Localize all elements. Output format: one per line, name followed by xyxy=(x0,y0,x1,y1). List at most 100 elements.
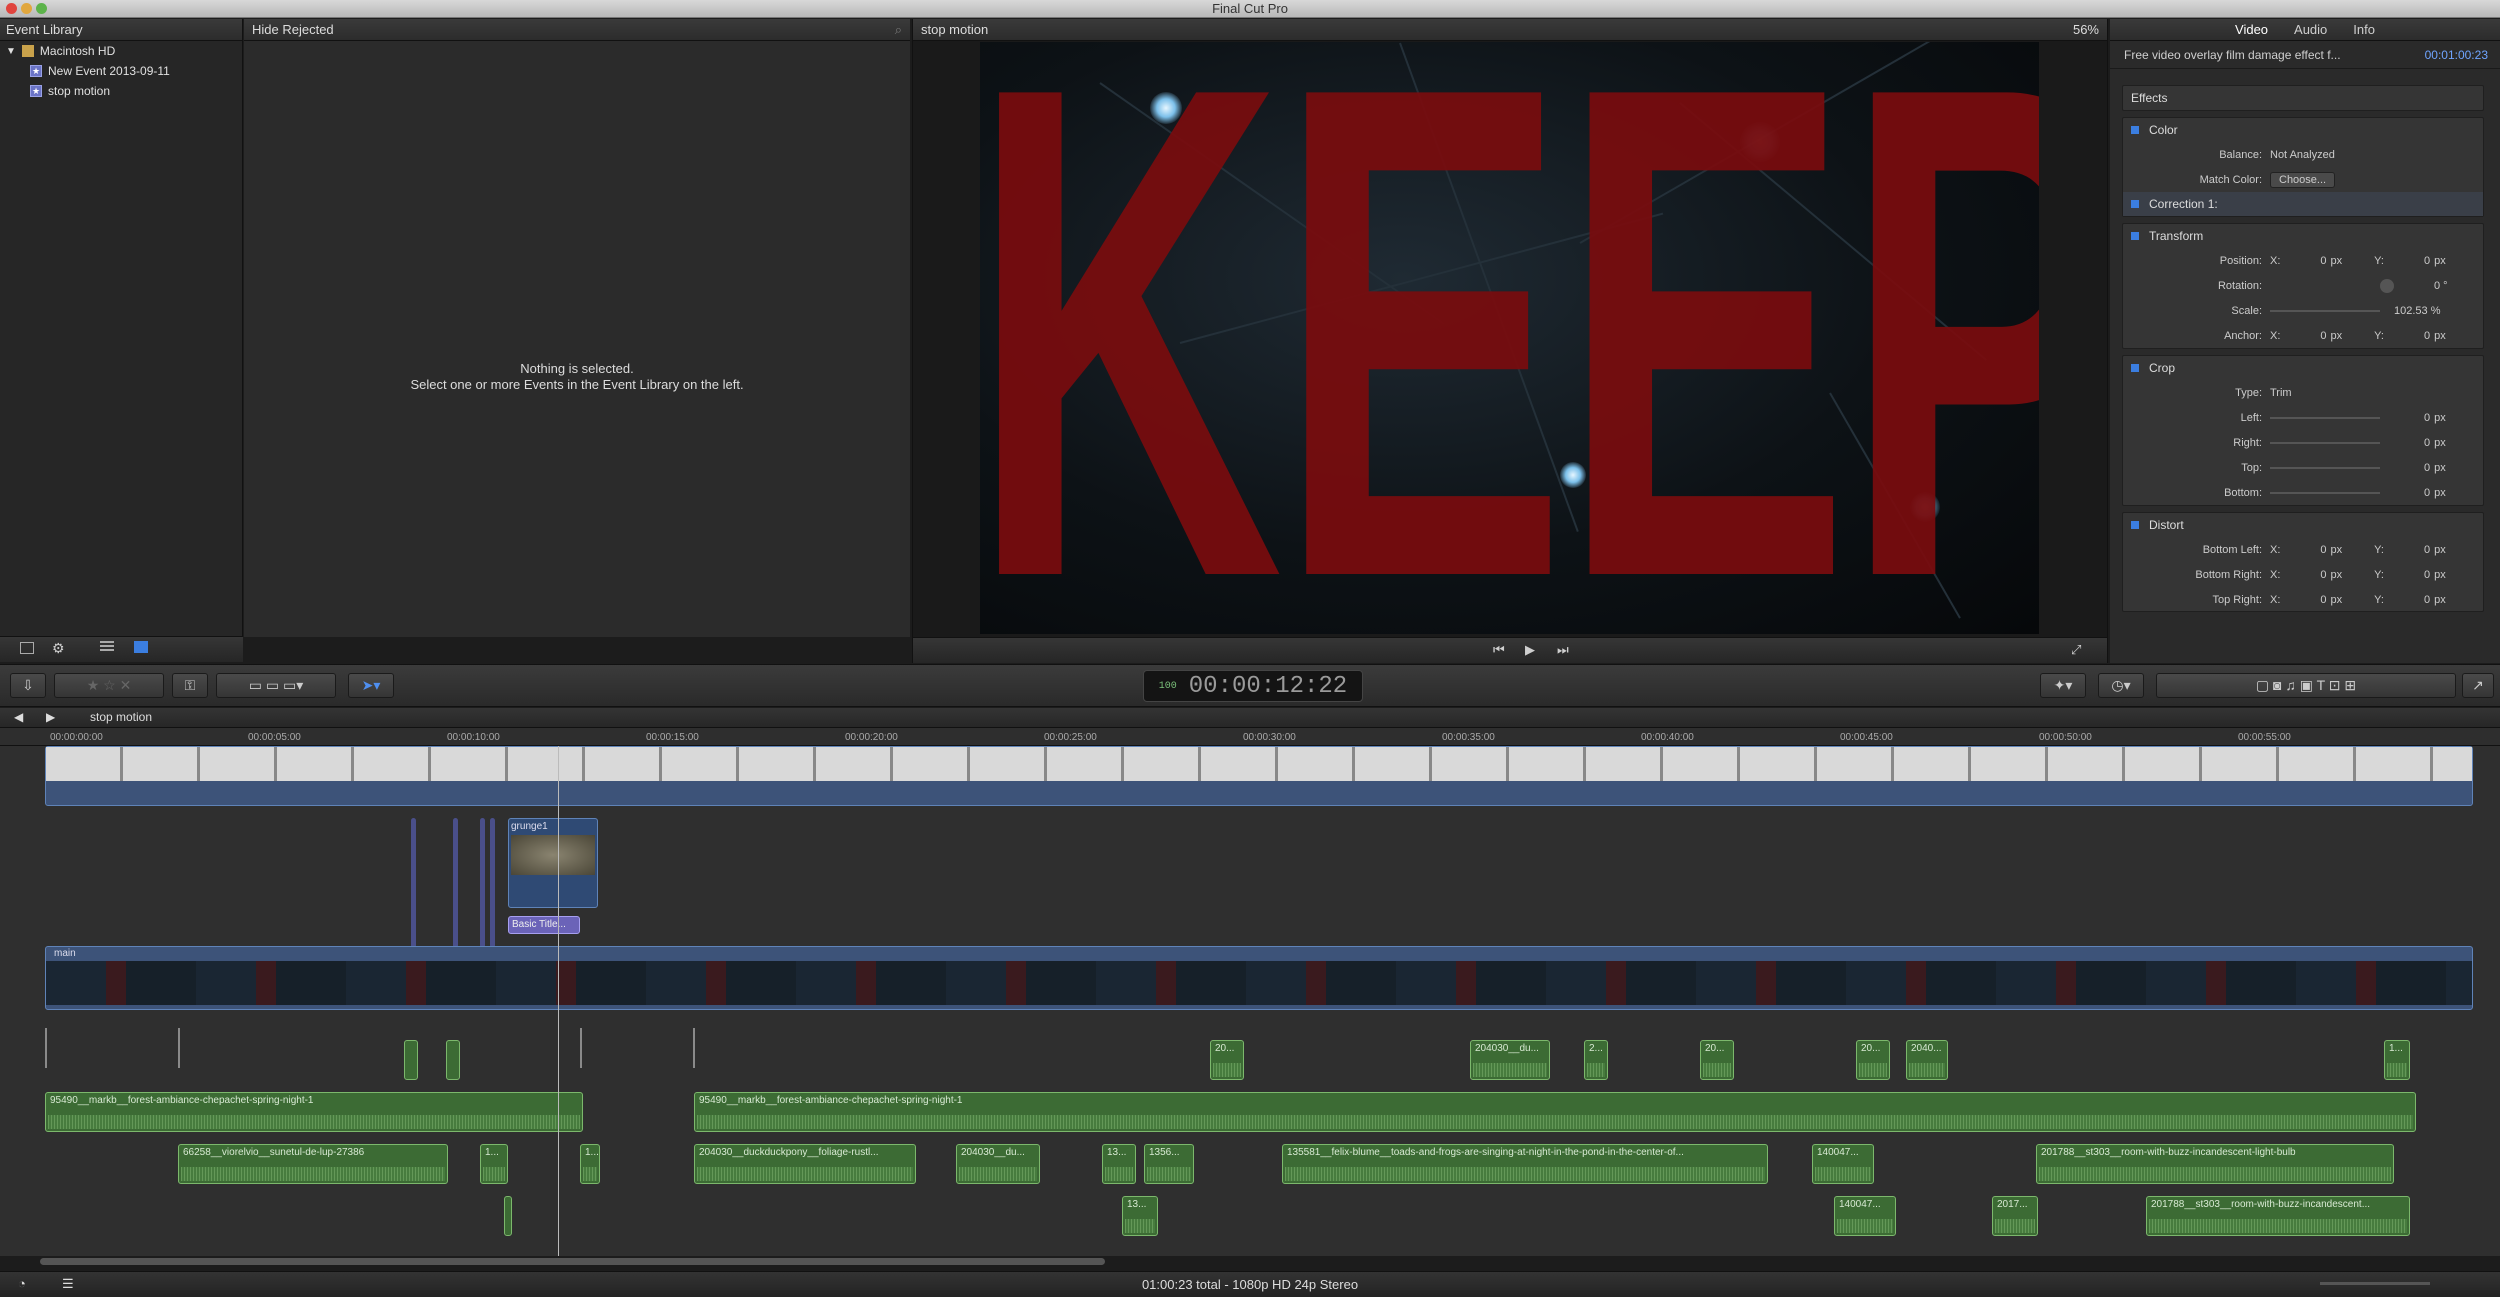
forward-arrow-icon[interactable]: ▶ xyxy=(46,710,55,724)
library-item-event[interactable]: ★ stop motion xyxy=(0,81,242,101)
rotation-dial[interactable] xyxy=(2380,278,2394,293)
library-item-macintosh-hd[interactable]: ▼ Macintosh HD xyxy=(0,41,242,61)
audio-clip[interactable] xyxy=(504,1196,512,1236)
audio-clip[interactable]: 204030__du... xyxy=(1470,1040,1550,1080)
anchor-x-value[interactable]: 0 xyxy=(2320,330,2326,342)
audio-clip[interactable]: 1... xyxy=(480,1144,508,1184)
audio-clip[interactable]: 20... xyxy=(1856,1040,1890,1080)
playhead[interactable] xyxy=(558,746,559,1256)
effects-enhance-button[interactable]: ✦▾ xyxy=(2040,673,2086,698)
enable-checkbox[interactable] xyxy=(2131,200,2139,208)
retime-button[interactable]: ◷▾ xyxy=(2098,673,2144,698)
video-frame[interactable]: KEEPER xyxy=(980,42,2039,634)
tab-audio[interactable]: Audio xyxy=(2294,22,2327,40)
audio-clip[interactable]: 20... xyxy=(1700,1040,1734,1080)
audio-clip[interactable]: 13... xyxy=(1122,1196,1158,1236)
previous-frame-icon[interactable]: ⏮ xyxy=(1493,642,1505,658)
rating-buttons[interactable]: ★ ☆ ✕ xyxy=(54,673,164,698)
background-tasks-icon[interactable]: ◔ xyxy=(18,1276,26,1291)
audio-clip[interactable]: 1... xyxy=(580,1144,600,1184)
correction-header[interactable]: Correction 1: xyxy=(2123,192,2483,216)
keyword-button[interactable]: ⚿ xyxy=(172,673,208,698)
audio-clip[interactable]: 66258__viorelvio__sunetul-de-lup-27386 xyxy=(178,1144,448,1184)
crop-bottom-value[interactable]: 0 xyxy=(2424,487,2430,499)
audio-clip[interactable]: 95490__markb__forest-ambiance-chepachet-… xyxy=(45,1092,583,1132)
disclosure-triangle-icon[interactable]: ▼ xyxy=(6,46,16,57)
edit-buttons[interactable]: ▭ ▭ ▭▾ xyxy=(216,673,336,698)
audio-clip[interactable]: 13... xyxy=(1102,1144,1136,1184)
audio-clip[interactable]: 2040... xyxy=(1906,1040,1948,1080)
scale-slider[interactable] xyxy=(2270,309,2380,312)
audio-clip[interactable]: 201788__st303__room-with-buzz-incandesce… xyxy=(2146,1196,2410,1236)
top-right-x-value[interactable]: 0 xyxy=(2320,594,2326,606)
crop-right-slider[interactable] xyxy=(2270,441,2380,444)
tab-info[interactable]: Info xyxy=(2353,22,2375,40)
connected-clip[interactable] xyxy=(490,818,495,948)
audio-clip[interactable]: 20... xyxy=(1210,1040,1244,1080)
audio-clip[interactable]: 2017... xyxy=(1992,1196,2038,1236)
audio-clip[interactable]: 95490__markb__forest-ambiance-chepachet-… xyxy=(694,1092,2416,1132)
primary-storyline[interactable]: main xyxy=(45,946,2473,1010)
import-button[interactable]: ⇩ xyxy=(10,673,46,698)
media-browser-buttons[interactable]: ▢ ◙ ♫ ▣ T ⊡ ⊞ xyxy=(2156,673,2456,698)
bottom-left-x-value[interactable]: 0 xyxy=(2320,544,2326,556)
bottom-right-y-value[interactable]: 0 xyxy=(2424,569,2430,581)
overlay-video-clip[interactable] xyxy=(45,746,2473,806)
enable-checkbox[interactable] xyxy=(2131,126,2139,134)
bottom-right-x-value[interactable]: 0 xyxy=(2320,569,2326,581)
timeline-scrollbar[interactable] xyxy=(40,1258,1105,1265)
tab-video[interactable]: Video xyxy=(2235,22,2268,40)
crop-top-value[interactable]: 0 xyxy=(2424,462,2430,474)
audio-clip[interactable] xyxy=(446,1040,460,1080)
zoom-slider[interactable] xyxy=(2320,1282,2430,1285)
audio-clip[interactable]: 140047... xyxy=(1812,1144,1874,1184)
crop-top-slider[interactable] xyxy=(2270,466,2380,469)
connected-clip[interactable] xyxy=(453,818,458,948)
zoom-level[interactable]: 56% xyxy=(2073,22,2099,37)
audio-clip[interactable]: 201788__st303__room-with-buzz-incandesce… xyxy=(2036,1144,2394,1184)
search-icon[interactable]: ⌕ xyxy=(895,22,902,37)
position-x-value[interactable]: 0 xyxy=(2320,255,2326,267)
timeline-index-icon[interactable]: ☰ xyxy=(62,1276,74,1292)
next-frame-icon[interactable]: ⏭ xyxy=(1557,642,1569,658)
basic-title-clip[interactable]: Basic Title... xyxy=(508,916,580,934)
select-tool-button[interactable]: ➤▾ xyxy=(348,673,394,698)
enable-checkbox[interactable] xyxy=(2131,364,2139,372)
share-button[interactable]: ↗ xyxy=(2462,673,2494,698)
crop-left-slider[interactable] xyxy=(2270,416,2380,419)
scale-value[interactable]: 102.53 % xyxy=(2394,305,2440,317)
crop-left-value[interactable]: 0 xyxy=(2424,412,2430,424)
rotation-value[interactable]: 0 ° xyxy=(2434,280,2448,292)
timeline[interactable]: grunge1 Basic Title... main 20... 204030… xyxy=(0,746,2500,1256)
audio-clip[interactable] xyxy=(404,1040,418,1080)
anchor-y-value[interactable]: 0 xyxy=(2424,330,2430,342)
audio-clip[interactable]: 1356... xyxy=(1144,1144,1194,1184)
enable-checkbox[interactable] xyxy=(2131,232,2139,240)
connected-clip[interactable] xyxy=(411,818,416,948)
position-y-value[interactable]: 0 xyxy=(2424,255,2430,267)
fullscreen-icon[interactable]: ⤢ xyxy=(2071,642,2081,658)
filmstrip-view-icon[interactable] xyxy=(100,641,114,653)
audio-clip[interactable]: 135581__felix-blume__toads-and-frogs-are… xyxy=(1282,1144,1768,1184)
enable-checkbox[interactable] xyxy=(2131,521,2139,529)
audio-clip[interactable]: 204030__du... xyxy=(956,1144,1040,1184)
crop-bottom-slider[interactable] xyxy=(2270,491,2380,494)
timecode-display[interactable]: 100 00:00:12:22 xyxy=(1143,670,1363,702)
list-view-icon[interactable] xyxy=(134,641,148,653)
bottom-left-y-value[interactable]: 0 xyxy=(2424,544,2430,556)
connected-clip[interactable] xyxy=(480,818,485,948)
back-arrow-icon[interactable]: ◀ xyxy=(14,710,23,724)
audio-clip[interactable]: 1... xyxy=(2384,1040,2410,1080)
audio-clip[interactable]: 2... xyxy=(1584,1040,1608,1080)
crop-type-popup[interactable]: Trim xyxy=(2270,387,2292,399)
crop-right-value[interactable]: 0 xyxy=(2424,437,2430,449)
choose-button[interactable]: Choose... xyxy=(2270,171,2336,188)
library-item-event[interactable]: ★ New Event 2013-09-11 xyxy=(0,61,242,81)
audio-clip[interactable]: 140047... xyxy=(1834,1196,1896,1236)
grunge-video-clip[interactable]: grunge1 xyxy=(508,818,598,908)
timeline-ruler[interactable]: 00:00:00:00 00:00:05:00 00:00:10:00 00:0… xyxy=(0,728,2500,746)
top-right-y-value[interactable]: 0 xyxy=(2424,594,2430,606)
hide-rejected-filter[interactable]: Hide Rejected xyxy=(252,22,334,37)
audio-clip[interactable]: 204030__duckduckpony__foliage-rustl... xyxy=(694,1144,916,1184)
play-button-icon[interactable]: ▶ xyxy=(1525,642,1535,658)
